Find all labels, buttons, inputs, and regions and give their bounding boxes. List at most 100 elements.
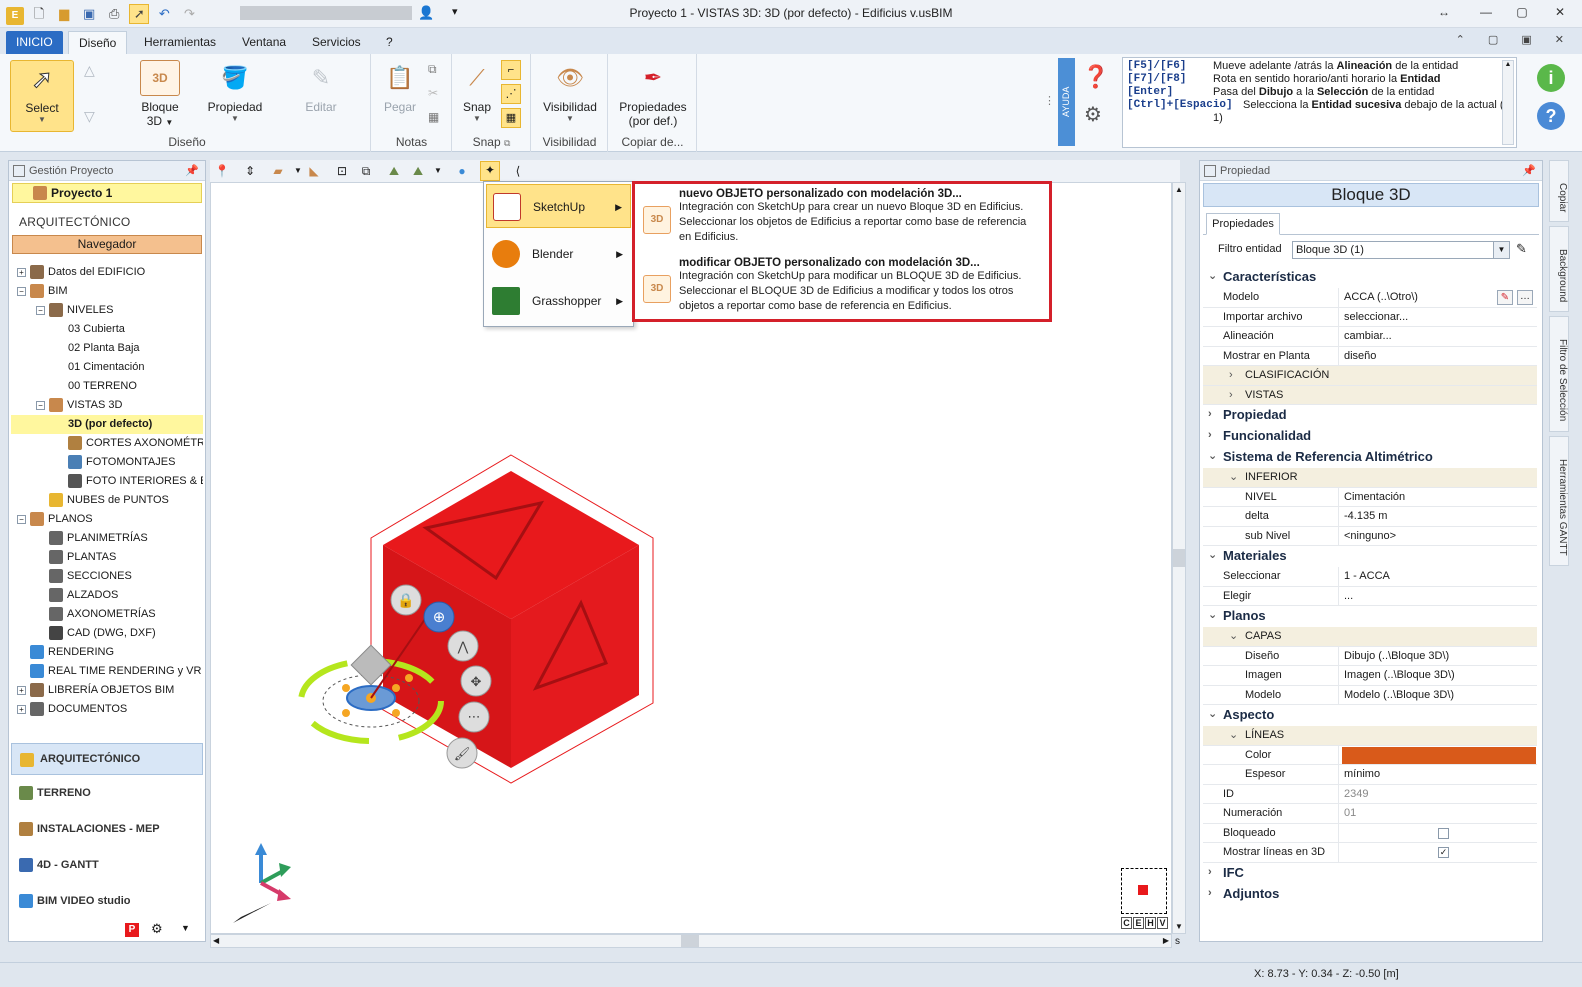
tree-item[interactable]: SECCIONES	[11, 567, 203, 586]
property-row[interactable]: Importar archivo seleccionar...	[1203, 307, 1537, 327]
property-value[interactable]: cambiar...	[1342, 327, 1536, 346]
property-category[interactable]: › Propiedad	[1203, 405, 1537, 426]
snap-midpoint-icon[interactable]: ⋰	[501, 84, 521, 104]
scroll-up-icon[interactable]: ▲	[1175, 185, 1183, 194]
gizmo-handle[interactable]	[392, 709, 400, 717]
property-row[interactable]: Seleccionar 1 - ACCA	[1203, 567, 1537, 587]
discipline-tab[interactable]: ARQUITECTÓNICO	[11, 743, 203, 775]
property-value[interactable]: 01	[1342, 804, 1536, 823]
chevron-down-icon[interactable]: ▼	[181, 923, 190, 933]
collapse-icon[interactable]: ⌄	[1208, 447, 1217, 466]
property-category[interactable]: › IFC	[1203, 862, 1537, 884]
color-swatch[interactable]	[1342, 746, 1536, 764]
property-row[interactable]: Numeración 01	[1203, 804, 1537, 824]
property-category[interactable]: › Funcionalidad	[1203, 426, 1537, 447]
tree-item[interactable]: 01 Cimentación	[11, 358, 203, 377]
property-value[interactable]: ...	[1342, 587, 1536, 606]
tree-item[interactable]: FOTOMONTAJES	[11, 453, 203, 472]
checkbox[interactable]	[1438, 827, 1449, 839]
resize-icon[interactable]: ↔	[1434, 5, 1454, 23]
pegar-button[interactable]: 📋 Pegar	[378, 60, 422, 114]
tree-item[interactable]: + Datos del EDIFICIO	[11, 263, 203, 282]
project-item[interactable]: Proyecto 1	[12, 183, 202, 203]
tree-item[interactable]: NUBES de PUNTOS	[11, 491, 203, 510]
property-value[interactable]: Dibujo (..\Bloque 3D\)	[1342, 647, 1536, 666]
tree-item[interactable]: 3D (por defecto)	[11, 415, 203, 434]
tree-item[interactable]: 03 Cubierta	[11, 320, 203, 339]
close-icon[interactable]: ✕	[1550, 5, 1570, 23]
viewport-horizontal-scrollbar[interactable]: ◀ ▶	[210, 934, 1172, 948]
property-row[interactable]: Mostrar líneas en 3D ✓	[1203, 843, 1537, 863]
propiedad-button[interactable]: 🪣 Propiedad ▼	[200, 60, 270, 123]
help-circle-icon[interactable]: ?	[1537, 102, 1565, 130]
zoom-all-icon[interactable]: ⧉	[358, 163, 374, 179]
tree-item[interactable]: PLANTAS	[11, 548, 203, 567]
edit-model-icon[interactable]: ✎	[1497, 290, 1513, 305]
side-tab-filtro[interactable]: Filtro de Selección	[1549, 316, 1569, 432]
scroll-down-icon[interactable]: ▼	[1175, 922, 1183, 931]
minimize-icon[interactable]: —	[1476, 5, 1496, 23]
gizmo-handle[interactable]	[392, 684, 400, 692]
tree-item[interactable]: CAD (DWG, DXF)	[11, 624, 203, 643]
plugin-integration-icon[interactable]: ✦	[480, 161, 500, 181]
viewport-vertical-scrollbar[interactable]: ▲ ▼	[1172, 182, 1186, 934]
help-question-icon[interactable]: ❓	[1082, 64, 1109, 90]
help-scrollbar[interactable]: ▲	[1502, 60, 1514, 145]
tree-item[interactable]: PLANIMETRÍAS	[11, 529, 203, 548]
snap-button[interactable]: ⟋ Snap ▼	[457, 60, 497, 123]
property-row[interactable]: sub Nivel <ninguno>	[1203, 526, 1537, 546]
help-tools-icon[interactable]: ⚙	[1084, 102, 1102, 127]
property-row[interactable]: Modelo Modelo (..\Bloque 3D\)	[1203, 685, 1537, 705]
plugin-p-icon[interactable]: P	[125, 923, 139, 937]
submenu-item-modificar[interactable]: 3D modificar OBJETO personalizado con mo…	[641, 257, 1046, 314]
tree-item[interactable]: 00 TERRENO	[11, 377, 203, 396]
ruler-icon[interactable]: ⇕	[242, 163, 258, 179]
property-row[interactable]: Mostrar en Planta diseño	[1203, 346, 1537, 366]
property-row[interactable]: Espesor mínimo	[1203, 765, 1537, 785]
chevron-down-icon[interactable]: ▼	[430, 163, 446, 179]
scroll-left-icon[interactable]: ◀	[213, 936, 219, 945]
globe-icon[interactable]: ●	[454, 163, 470, 179]
menu-item-sketchup[interactable]: SketchUp ▶	[486, 184, 631, 228]
view-cube-button[interactable]: H	[1145, 917, 1156, 929]
bloque-3d-button[interactable]: 3D Bloque 3D ▼	[132, 60, 188, 128]
ayuda-tab[interactable]: AYUDA	[1058, 58, 1075, 146]
expand-icon[interactable]: ›	[1208, 426, 1212, 445]
snap-endpoint-icon[interactable]: ⌐	[501, 60, 521, 80]
gizmo-handle[interactable]	[405, 674, 413, 682]
share-icon[interactable]: ⟨	[510, 163, 526, 179]
expand-icon[interactable]: ›	[1208, 863, 1212, 882]
expand-icon[interactable]: +	[17, 685, 26, 695]
property-row[interactable]: ID 2349	[1203, 784, 1537, 804]
checkbox[interactable]: ✓	[1438, 847, 1449, 858]
collapse-icon[interactable]: ⌄	[1208, 606, 1217, 625]
expand-icon[interactable]: +	[17, 704, 26, 714]
property-subgroup[interactable]: › CLASIFICACIÓN	[1203, 366, 1537, 386]
property-subgroup[interactable]: ⌄ LÍNEAS	[1203, 726, 1537, 746]
property-category[interactable]: ⌄ Aspecto	[1203, 705, 1537, 726]
terrain-edit-icon[interactable]: ⛰	[410, 163, 426, 179]
tab-herramientas[interactable]: Herramientas	[134, 31, 226, 54]
discipline-tab[interactable]: TERRENO	[9, 775, 205, 811]
view-cube-button[interactable]: E	[1133, 917, 1144, 929]
collapse-icon[interactable]: −	[17, 514, 26, 524]
tab-servicios[interactable]: Servicios	[302, 31, 371, 54]
browse-icon[interactable]: …	[1517, 290, 1533, 305]
editar-button[interactable]: ✎ Editar	[296, 60, 346, 114]
up-arrow-icon[interactable]: △	[84, 62, 95, 79]
brush-tool-icon[interactable]: 🖌	[446, 737, 478, 769]
tree-item[interactable]: RENDERING	[11, 643, 203, 662]
property-value[interactable]: mínimo	[1342, 765, 1536, 784]
chevron-down-icon[interactable]: ▼	[290, 163, 306, 179]
property-value[interactable]: <ninguno>	[1342, 527, 1536, 546]
property-row[interactable]: Bloqueado	[1203, 823, 1537, 843]
more-tool-icon[interactable]: ⋯	[458, 701, 490, 733]
split-view-icon[interactable]: s	[1175, 936, 1180, 947]
tree-item[interactable]: AXONOMETRÍAS	[11, 605, 203, 624]
property-subgroup[interactable]: ⌄ INFERIOR	[1203, 468, 1537, 488]
collapse-icon[interactable]: −	[36, 400, 45, 410]
navigator-bar[interactable]: Navegador	[12, 235, 202, 254]
property-row[interactable]: Alineación cambiar...	[1203, 327, 1537, 347]
property-value[interactable]: -4.135 m	[1342, 507, 1536, 526]
maximize-icon[interactable]: ▢	[1512, 5, 1532, 23]
